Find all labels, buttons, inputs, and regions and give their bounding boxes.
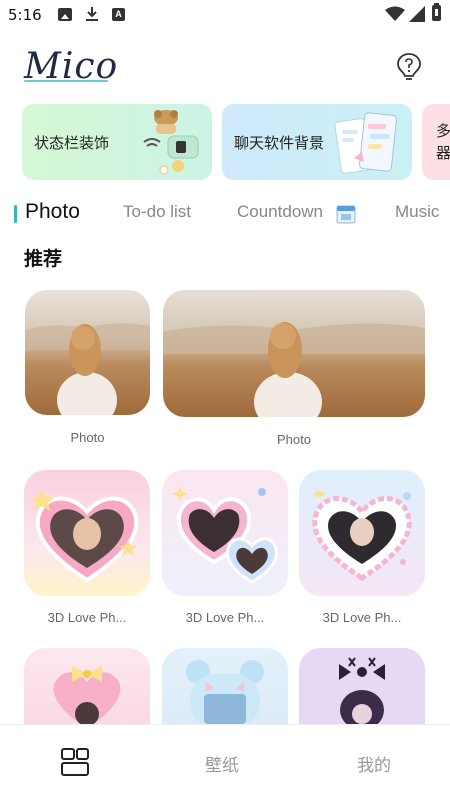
banner-label: 聊天软件背景 [234, 134, 325, 152]
tab-todo-list[interactable]: To-do list [123, 202, 191, 222]
lace-heart-frame-illustration [312, 491, 412, 581]
heart-frame-illustration [30, 490, 139, 583]
gothic-frame-illustration [299, 648, 425, 728]
tab-active-indicator [14, 205, 17, 223]
signal-icon [409, 6, 425, 22]
banner-status-bar-decor[interactable]: 状态栏装饰 [22, 104, 212, 180]
nav-wallpaper[interactable]: 壁纸 [205, 751, 239, 776]
download-icon [86, 7, 98, 21]
widgets-home-icon[interactable] [60, 747, 90, 777]
calendar-icon [336, 205, 356, 224]
a-notification-icon: A [112, 8, 125, 21]
double-heart-frame-illustration [172, 486, 278, 584]
love-frame-card[interactable] [162, 470, 288, 596]
card-label: 3D Love Ph... [47, 610, 127, 625]
tab-countdown[interactable]: Countdown [237, 202, 323, 222]
banner-label: 状态栏装饰 [34, 134, 110, 152]
photo-widget-card-small[interactable] [25, 290, 150, 415]
banner-chat-background[interactable]: 聊天软件背景 [222, 104, 412, 180]
status-time: 5:16 [8, 6, 42, 24]
logo-underline [24, 80, 108, 82]
section-title: 推荐 [24, 248, 63, 270]
card-label: Photo [277, 432, 311, 447]
card-label: 3D Love Ph... [322, 610, 402, 625]
status-bar: 5:16 A [0, 0, 450, 32]
bear-frame-illustration [186, 660, 264, 728]
help-icon[interactable] [395, 52, 423, 82]
chat-screens-illustration [334, 112, 397, 174]
photo-preview-image [163, 290, 425, 417]
card-label: 3D Love Ph... [185, 610, 265, 625]
bow-heart-card[interactable] [24, 648, 150, 728]
love-frame-card[interactable] [299, 470, 425, 596]
wifi-icon [385, 6, 405, 21]
battery-icon [432, 3, 441, 21]
bottom-nav: 壁纸 我的 [0, 724, 450, 800]
tab-photo[interactable]: Photo [25, 200, 80, 224]
card-label: Photo [70, 430, 105, 445]
bear-charging-illustration [143, 110, 199, 175]
image-notification-icon [58, 8, 72, 21]
banner-label: 多器 [436, 122, 450, 162]
tab-music[interactable]: Music [395, 202, 439, 222]
nav-mine[interactable]: 我的 [357, 751, 391, 776]
banner-more[interactable]: 多器 [422, 104, 450, 180]
love-frame-card[interactable] [24, 470, 150, 596]
gothic-frame-card[interactable] [299, 648, 425, 728]
bear-frame-card[interactable] [162, 648, 288, 728]
photo-preview-image [25, 290, 150, 415]
bow-heart-illustration [53, 666, 121, 728]
photo-widget-card-wide[interactable] [163, 290, 425, 417]
